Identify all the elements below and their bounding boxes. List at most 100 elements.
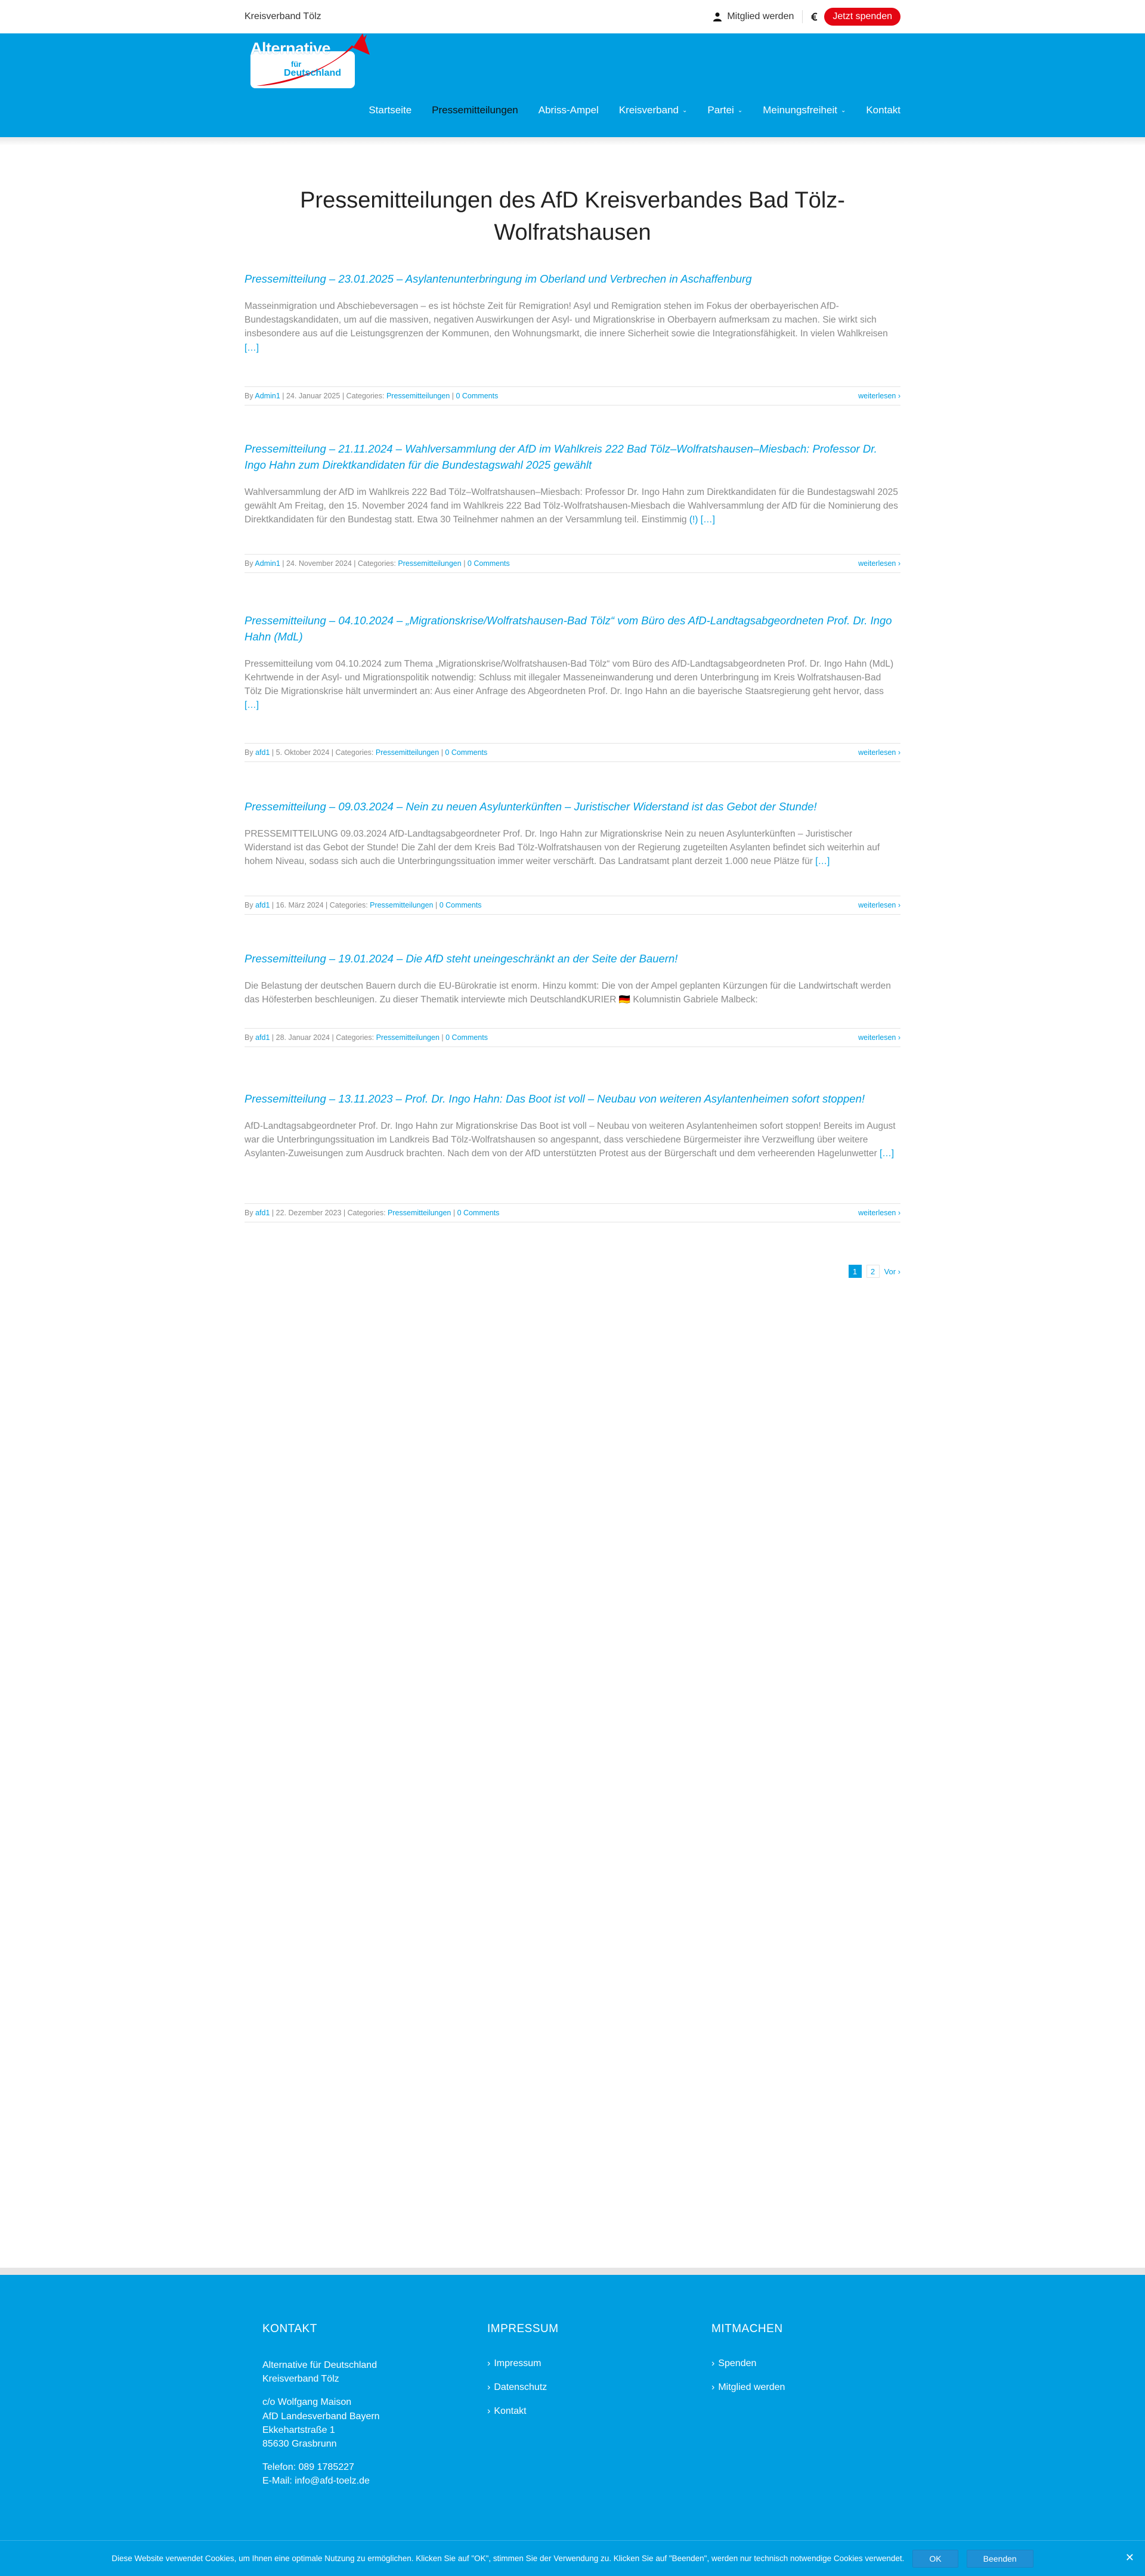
footer-link-impressum[interactable]: › Impressum (487, 2358, 690, 2369)
read-more-ellipsis[interactable]: […] (245, 700, 259, 710)
main-nav: Startseite Pressemitteilungen Abriss-Amp… (369, 104, 900, 116)
author-link[interactable]: afd1 (255, 1209, 270, 1217)
read-more-label: weiterlesen (858, 1033, 896, 1042)
chevron-right-icon: › (896, 392, 900, 400)
read-more-link[interactable]: weiterlesen › (858, 1033, 900, 1042)
post-meta-info: By Admin1 | 24. Januar 2025 | Categories… (245, 392, 499, 400)
post-date: 22. Dezember 2023 (276, 1209, 342, 1217)
page-2-link[interactable]: 2 (866, 1265, 880, 1278)
excerpt-text: Die Belastung der deutschen Bauern durch… (245, 980, 891, 1005)
post-excerpt: Wahlversammlung der AfD im Wahlkreis 222… (245, 485, 900, 527)
nav-label: Pressemitteilungen (432, 104, 518, 116)
post-title-link[interactable]: Pressemitteilung – 09.03.2024 – Nein zu … (245, 799, 900, 815)
nav-startseite[interactable]: Startseite (369, 104, 411, 116)
category-link[interactable]: Pressemitteilungen (398, 559, 461, 568)
comments-link[interactable]: 0 Comments (468, 559, 510, 568)
address-block: c/o Wolfgang Maison AfD Landesverband Ba… (262, 2395, 465, 2451)
email-link[interactable]: E-Mail: info@afd-toelz.de (262, 2476, 370, 2486)
footer-impressum: IMPRESSUM › Impressum › Datenschutz › Konta… (487, 2323, 690, 2430)
author-link[interactable]: afd1 (255, 1033, 270, 1042)
comments-link[interactable]: 0 Comments (457, 1209, 500, 1217)
footer-link-spenden[interactable]: › Spenden (711, 2358, 914, 2369)
read-more-ellipsis[interactable]: […] (815, 856, 830, 866)
chevron-right-icon: › (896, 901, 900, 909)
author-link[interactable]: Admin1 (255, 559, 280, 568)
footer-link-datenschutz[interactable]: › Datenschutz (487, 2382, 690, 2393)
read-more-link[interactable]: weiterlesen › (858, 901, 900, 909)
read-more-ellipsis[interactable]: […] (880, 1148, 894, 1159)
excerpt-text: PRESSEMITTEILUNG 09.03.2024 AfD-Landtags… (245, 828, 880, 867)
post-title-link[interactable]: Pressemitteilung – 13.11.2023 – Prof. Dr… (245, 1091, 900, 1107)
next-label: Vor (884, 1267, 896, 1276)
post-meta-info: By afd1 | 28. Januar 2024 | Categories: … (245, 1033, 488, 1042)
cookie-end-button[interactable]: Beenden (966, 2549, 1033, 2568)
author-link[interactable]: afd1 (255, 748, 270, 757)
comments-link[interactable]: 0 Comments (445, 748, 487, 757)
donate-button[interactable]: Jetzt spenden (824, 8, 900, 26)
comments-link[interactable]: 0 Comments (456, 392, 498, 400)
nav-partei[interactable]: Partei ⌄ (707, 104, 742, 116)
category-link[interactable]: Pressemitteilungen (386, 392, 450, 400)
org-line: Alternative für Deutschland (262, 2360, 377, 2370)
comments-link[interactable]: 0 Comments (445, 1033, 488, 1042)
footer-heading-impressum: IMPRESSUM (487, 2323, 559, 2335)
page-current[interactable]: 1 (848, 1265, 862, 1278)
footer-link-kontakt[interactable]: › Kontakt (487, 2406, 690, 2417)
meta-by-label: By (245, 748, 253, 757)
site-footer: KONTAKT Alternative für Deutschland Krei… (0, 2275, 1145, 2576)
site-name[interactable]: Kreisverband Tölz (245, 11, 321, 22)
cookie-ok-button[interactable]: OK (912, 2549, 958, 2568)
categories-label: Categories: (336, 1033, 375, 1042)
post-title-link[interactable]: Pressemitteilung – 23.01.2025 – Asylante… (245, 271, 900, 287)
cookie-text: Diese Website verwendet Cookies, um Ihne… (112, 2554, 905, 2563)
post-title-link[interactable]: Pressemitteilung – 04.10.2024 – „Migrati… (245, 613, 900, 645)
nav-kontakt[interactable]: Kontakt (866, 104, 900, 116)
nav-pressemitteilungen[interactable]: Pressemitteilungen (432, 104, 518, 116)
org-line: Kreisverband Tölz (262, 2374, 339, 2385)
next-page-link[interactable]: Vor › (884, 1267, 900, 1276)
category-link[interactable]: Pressemitteilungen (370, 901, 433, 909)
chevron-right-icon: › (896, 1209, 900, 1217)
category-link[interactable]: Pressemitteilungen (376, 1033, 440, 1042)
author-link[interactable]: afd1 (255, 901, 270, 909)
meta-by-label: By (245, 1033, 253, 1042)
post-title-link[interactable]: Pressemitteilung – 19.01.2024 – Die AfD … (245, 951, 900, 967)
excerpt-text: AfD-Landtagsabgeordneter Prof. Dr. Ingo … (245, 1120, 896, 1159)
nav-label: Partei (707, 104, 734, 116)
read-more-link[interactable]: weiterlesen › (858, 392, 900, 400)
category-link[interactable]: Pressemitteilungen (376, 748, 439, 757)
member-link[interactable]: Mitglied werden (713, 11, 794, 22)
post-excerpt: AfD-Landtagsabgeordneter Prof. Dr. Ingo … (245, 1119, 900, 1161)
chevron-right-icon: › (896, 559, 900, 568)
logo-text-2: für (291, 60, 302, 69)
categories-label: Categories: (329, 901, 368, 909)
afd-logo[interactable]: Alternative für Deutschland (245, 33, 370, 93)
footer-link-mitglied[interactable]: › Mitglied werden (711, 2382, 914, 2393)
excerpt-text: Wahlversammlung der AfD im Wahlkreis 222… (245, 487, 898, 525)
comments-link[interactable]: 0 Comments (440, 901, 482, 909)
category-link[interactable]: Pressemitteilungen (388, 1209, 451, 1217)
read-more-link[interactable]: weiterlesen › (858, 748, 900, 757)
chevron-right-icon: › (711, 2382, 715, 2392)
post-title-link[interactable]: Pressemitteilung – 21.11.2024 – Wahlvers… (245, 441, 900, 473)
read-more-ellipsis[interactable]: […] (245, 343, 259, 353)
main-content: Pressemitteilungen des AfD Kreisverbande… (245, 185, 900, 249)
donate-label: Jetzt spenden (833, 11, 892, 21)
link-label: Kontakt (494, 2406, 527, 2416)
post-excerpt: Masseinmigration und Abschiebeversagen –… (245, 299, 900, 355)
read-more-link[interactable]: weiterlesen › (858, 559, 900, 568)
nav-meinungsfreiheit[interactable]: Meinungsfreiheit ⌄ (763, 104, 846, 116)
post-excerpt: Die Belastung der deutschen Bauern durch… (245, 979, 900, 1007)
author-link[interactable]: Admin1 (255, 392, 280, 400)
read-more-ellipsis[interactable]: (!) […] (689, 515, 715, 525)
nav-kreisverband[interactable]: Kreisverband ⌄ (619, 104, 688, 116)
nav-abriss-ampel[interactable]: Abriss-Ampel (539, 104, 599, 116)
categories-label: Categories: (346, 392, 385, 400)
post-item: Pressemitteilung – 13.11.2023 – Prof. Dr… (245, 1091, 900, 1222)
close-icon[interactable]: ✕ (1125, 2552, 1134, 2564)
categories-label: Categories: (357, 559, 396, 568)
chevron-down-icon: ⌄ (737, 107, 743, 114)
post-meta-info: By afd1 | 16. März 2024 | Categories: Pr… (245, 901, 482, 909)
read-more-link[interactable]: weiterlesen › (858, 1209, 900, 1217)
post-meta: By afd1 | 16. März 2024 | Categories: Pr… (245, 896, 900, 915)
